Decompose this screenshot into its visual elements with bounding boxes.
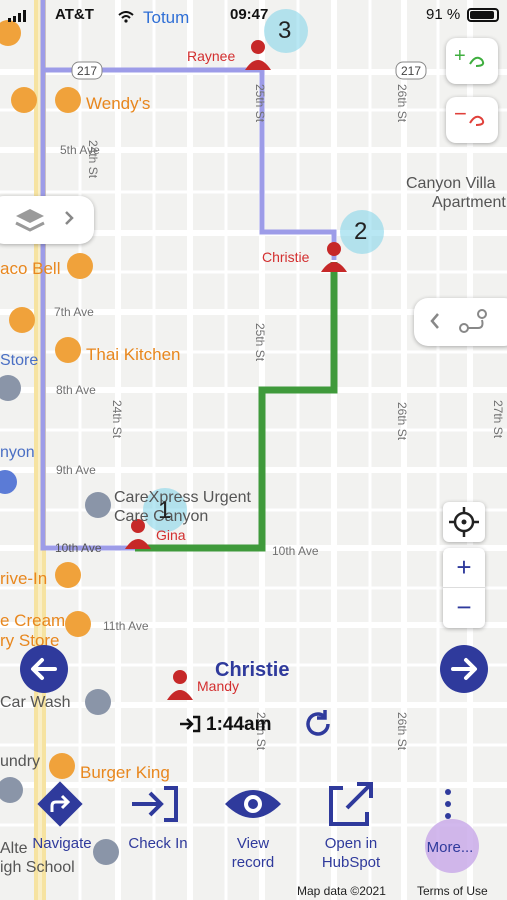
refresh-button[interactable] [300, 706, 336, 742]
more-label: More... [426, 839, 474, 856]
place-totum: Totum [143, 8, 190, 27]
street-label: 25th St [253, 84, 267, 123]
more-button[interactable]: More... [412, 780, 488, 860]
street-label: 25th St [253, 323, 267, 362]
zoom-in-button[interactable]: + [443, 548, 485, 588]
person-label[interactable]: Christie [262, 249, 309, 265]
navigate-button[interactable]: Navigate [24, 780, 100, 860]
customer-name: Christie [215, 659, 290, 681]
person-label[interactable]: Gina [156, 527, 186, 543]
arrow-left-icon [31, 658, 57, 680]
map-canvas[interactable] [0, 0, 507, 900]
open-hubspot-label-2: HubSpot [321, 854, 381, 871]
poi-label[interactable]: e Cream [0, 611, 65, 631]
street-label: 26th St [395, 402, 409, 441]
poi-label[interactable]: aco Bell [0, 259, 60, 279]
carrier-label: AT&T [55, 6, 94, 23]
route-stop-number[interactable]: 1 [158, 497, 171, 525]
street-label: 11th Ave [103, 619, 149, 633]
zoom-out-button[interactable]: − [443, 588, 485, 628]
street-label: 7th Ave [54, 305, 94, 319]
poi-label[interactable]: nyon [0, 444, 35, 462]
signal-icon [8, 9, 30, 22]
poi-label[interactable]: CareXpress Urgent [114, 489, 251, 507]
next-customer-button[interactable] [440, 645, 488, 693]
battery-icon [467, 8, 499, 22]
poi-label[interactable]: Wendy's [86, 94, 150, 114]
street-label: 24th St [110, 400, 124, 439]
poi-label[interactable]: undry [0, 753, 40, 771]
checkin-time: 1:44am [206, 714, 272, 735]
action-bar: Navigate Check In View record Open in Hu… [0, 770, 507, 900]
wifi-icon [118, 10, 134, 23]
street-label: 26th St [395, 84, 409, 123]
more-dots-icon [445, 789, 451, 819]
poi-label[interactable]: Canyon Villa [406, 175, 496, 193]
poi-label[interactable]: Car Wash [0, 694, 71, 712]
open-hubspot-label-1: Open in [324, 835, 378, 852]
map-data-credit: Map data ©2021 [297, 884, 386, 898]
add-route-icon: + [454, 45, 485, 67]
checkin-button[interactable]: Check In [120, 780, 196, 860]
clock: 09:47 [230, 6, 269, 23]
svg-text:−: − [454, 101, 467, 126]
route-panel-toggle[interactable] [414, 298, 507, 346]
poi-label[interactable]: rive-In [0, 569, 47, 589]
street-label: 27th St [491, 400, 505, 439]
crosshair-icon [449, 507, 479, 537]
route-stop-number[interactable]: 2 [354, 218, 367, 246]
layers-icon [15, 209, 74, 232]
street-label: 8th Ave [56, 383, 96, 397]
prev-customer-button[interactable] [20, 645, 68, 693]
poi-label[interactable]: Store [0, 352, 38, 370]
zoom-control: + − [443, 548, 485, 628]
remove-route-button[interactable]: − [446, 97, 498, 143]
battery-percent: 91 % [426, 6, 461, 23]
view-record-button[interactable]: View record [215, 780, 291, 871]
svg-text:+: + [454, 45, 466, 67]
add-route-button[interactable]: + [446, 38, 498, 84]
external-link-icon [329, 782, 373, 826]
eye-icon [225, 790, 281, 818]
remove-route-icon: − [454, 101, 485, 126]
checkin-icon [132, 786, 178, 822]
poi-label[interactable]: Apartment [432, 194, 506, 212]
checkin-time-icon [178, 714, 202, 734]
app-root: AT&T Totum 09:47 91 % 5th Ave 7th Ave 8t… [0, 0, 507, 900]
street-label: 9th Ave [56, 463, 96, 477]
arrow-right-icon [451, 658, 477, 680]
status-bar: AT&T Totum 09:47 91 % [0, 0, 507, 30]
view-record-label-2: record [231, 854, 275, 871]
layers-button[interactable] [0, 196, 94, 244]
navigate-label: Navigate [32, 835, 92, 852]
route-icon [430, 309, 487, 333]
route-shield-label: 217 [401, 64, 422, 78]
checkin-label: Check In [128, 835, 188, 852]
street-label: 24th St [86, 140, 100, 179]
street-label: 10th Ave [55, 541, 102, 555]
street-label: 10th Ave [272, 544, 319, 558]
person-label[interactable]: Raynee [187, 48, 235, 64]
terms-link[interactable]: Terms of Use [417, 884, 488, 898]
refresh-icon [306, 710, 330, 736]
route-shield-label: 217 [77, 64, 98, 78]
navigate-icon [37, 781, 83, 827]
street-label: 26th St [395, 712, 409, 751]
open-hubspot-button[interactable]: Open in HubSpot [313, 780, 389, 871]
view-record-label-1: View [236, 835, 270, 852]
locate-me-button[interactable] [443, 502, 485, 542]
poi-label[interactable]: Thai Kitchen [86, 345, 181, 365]
route-stop-number[interactable]: 3 [278, 17, 291, 45]
